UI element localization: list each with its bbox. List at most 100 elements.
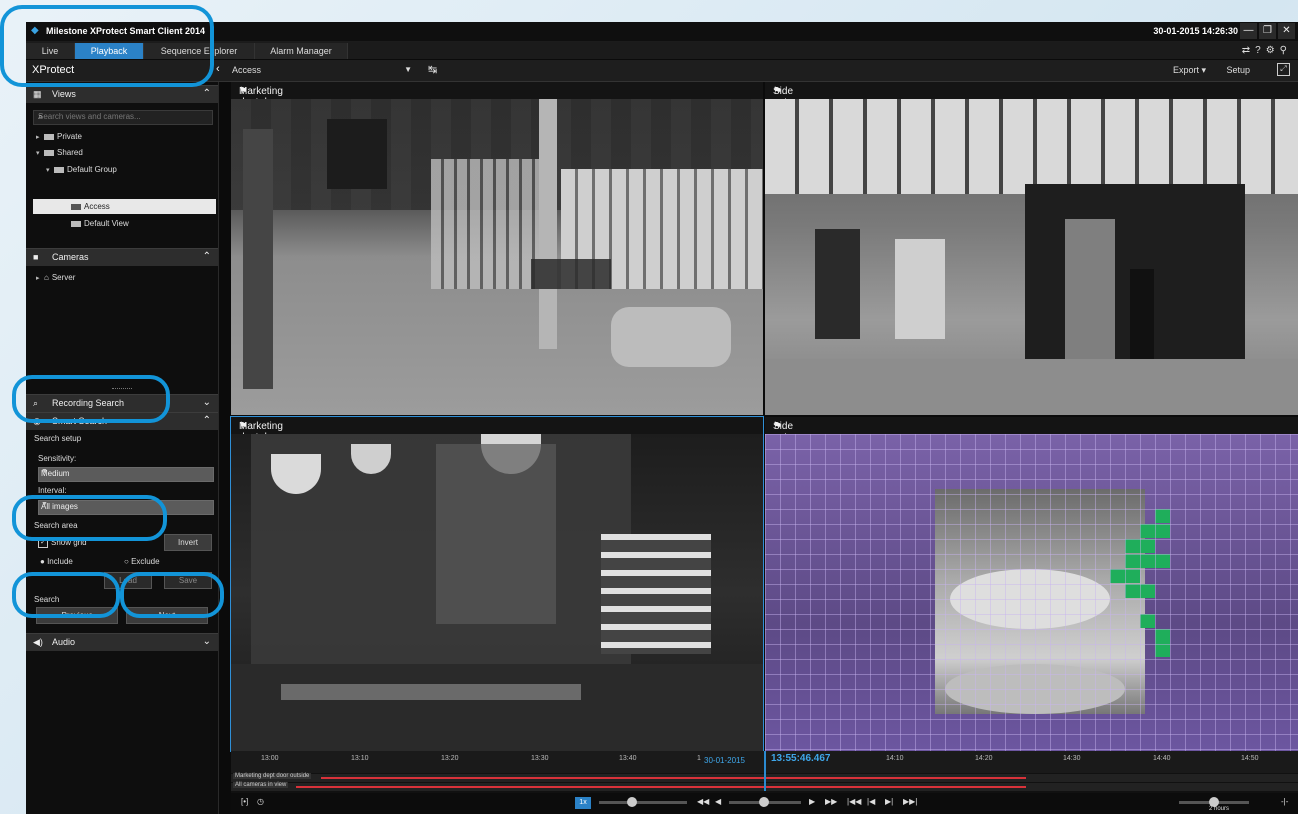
server-icon: ⌂	[44, 273, 49, 282]
camera-title-bar: ⚑ Side entrance inside - 30-01-2015 13:5…	[765, 82, 1298, 152]
previous-sequence-icon[interactable]: |◀◀	[847, 797, 861, 806]
restore-button[interactable]: ❐	[1259, 23, 1276, 39]
tree-item-access-selected[interactable]	[33, 199, 216, 214]
collapse-panel-icon[interactable]: ‹	[216, 63, 220, 75]
tick-label: 13:00	[261, 755, 279, 762]
tree-item-access[interactable]: Access	[71, 202, 110, 211]
tree-item-shared[interactable]: ▾ Shared	[36, 148, 83, 157]
timespan-slider[interactable]	[1179, 797, 1249, 807]
smart-search-grid-overlay[interactable]	[765, 434, 1298, 751]
tree-item-default-view[interactable]: Default View	[71, 219, 129, 228]
export-button[interactable]: Export ▾	[1173, 65, 1206, 76]
speed-indicator[interactable]: 1x	[575, 797, 591, 809]
jog-slider[interactable]	[729, 797, 801, 807]
exclude-radio[interactable]: ○ Exclude	[124, 557, 160, 566]
collapse-icon[interactable]: ▾	[36, 149, 44, 157]
tick-label: 14:10	[886, 755, 904, 762]
next-frame-icon[interactable]: ▶|	[885, 797, 893, 806]
sensitivity-select[interactable]: Medium ▼	[38, 467, 214, 482]
network-icon[interactable]: ⇄	[1242, 45, 1255, 56]
chevron-down-icon[interactable]: ⌄	[203, 636, 211, 647]
annotation-ring-show-grid	[12, 495, 167, 541]
include-radio[interactable]: ● Include	[40, 557, 73, 566]
tab-alarm-manager[interactable]: Alarm Manager	[255, 43, 348, 59]
camera-tile-side-inside[interactable]: ⚑ Side entrance inside - 30-01-2015 13:5…	[765, 82, 1298, 415]
tick-label: 14:20	[975, 755, 993, 762]
camera-title-bar: ⚑ Marketing dept door outside - 30-01-20…	[231, 417, 763, 487]
grid-icon: ▦	[33, 89, 42, 99]
tree-label: Shared	[57, 148, 83, 157]
tick-label: 14:50	[1241, 755, 1259, 762]
track-label: All cameras in view	[233, 782, 289, 788]
swap-views-icon[interactable]: ↹	[428, 63, 437, 76]
chevron-down-icon[interactable]: ⌄	[203, 397, 211, 408]
chevron-down-icon: ▼	[41, 468, 48, 475]
playhead[interactable]	[764, 751, 766, 791]
chevron-up-icon[interactable]: ⌃	[203, 251, 211, 262]
folder-icon	[44, 149, 54, 156]
playback-timeline[interactable]: 13:00 13:10 13:20 13:30 13:40 1 30-01-20…	[231, 751, 1298, 814]
camera-tile-marketing-inside[interactable]: ⚑ Marketing dept door inside - 30-01-201…	[231, 82, 763, 415]
track-label: Marketing dept door outside	[233, 773, 312, 779]
play-reverse-icon[interactable]: ◀	[715, 797, 721, 806]
clock-icon[interactable]: ◷	[257, 797, 264, 806]
views-panel-header[interactable]: ▦ Views ⌃	[26, 85, 218, 103]
title-bar: ◆ Milestone XProtect Smart Client 2014 3…	[26, 22, 1298, 42]
chevron-up-icon[interactable]: ⌃	[203, 415, 211, 426]
tree-item-server[interactable]: ▸ ⌂ Server	[36, 273, 75, 282]
camera-feed-image	[765, 434, 1298, 751]
annotation-ring-previous	[12, 572, 120, 618]
views-search-input[interactable]: Search views and cameras... ⌕	[33, 110, 213, 125]
annotation-ring-smart-search	[12, 375, 170, 423]
next-sequence-icon[interactable]: ▶▶|	[903, 797, 917, 806]
views-title: Views	[52, 89, 76, 99]
current-date: 30-01-2015	[704, 756, 745, 765]
minimize-button[interactable]: —	[1240, 23, 1257, 39]
smart-client-window: ◆ Milestone XProtect Smart Client 2014 3…	[26, 22, 1298, 814]
gear-icon[interactable]: ⚙	[1266, 45, 1280, 56]
record-mode-icon[interactable]: [•]	[241, 797, 248, 806]
tree-item-default-group[interactable]: ▾ Default Group	[46, 165, 117, 174]
tree-item-private[interactable]: ▸ Private	[36, 132, 82, 141]
current-time: 13:55:46.467	[771, 753, 831, 764]
fullscreen-icon[interactable]: ⤢	[1277, 63, 1290, 76]
tree-label: Server	[51, 273, 76, 282]
recording-bar	[296, 786, 1026, 788]
slider-knob[interactable]	[627, 797, 637, 807]
collapse-icon[interactable]: ▾	[46, 166, 54, 174]
chevron-up-icon[interactable]: ⌃	[203, 88, 211, 99]
search-icon[interactable]: ⌕	[38, 111, 208, 122]
tick-label: 13:40	[619, 755, 637, 762]
tick-label: 1	[697, 755, 701, 762]
help-icon[interactable]: ?	[1255, 45, 1266, 56]
sensitivity-label: Sensitivity:	[38, 454, 77, 463]
previous-frame-icon[interactable]: |◀	[867, 797, 875, 806]
recording-bar	[321, 777, 1026, 779]
timespan-label: 2 hours	[1209, 806, 1230, 812]
tree-label: Private	[57, 132, 82, 141]
cameras-title: Cameras	[52, 252, 89, 262]
camera-tile-side-outside[interactable]: ⚑ Side entrance outside - 30-01-2015 13:…	[765, 417, 1298, 751]
invert-button[interactable]: Invert	[164, 534, 212, 551]
expand-icon[interactable]: ▸	[36, 274, 44, 282]
expand-icon[interactable]: ▸	[36, 133, 44, 141]
speed-slider[interactable]	[599, 797, 687, 807]
view-icon	[71, 220, 81, 227]
tick-label: 13:20	[441, 755, 459, 762]
close-button[interactable]: ✕	[1278, 23, 1295, 39]
play-forward-icon[interactable]: ▶	[809, 797, 815, 806]
audio-panel-header[interactable]: ◀) Audio ⌄	[26, 633, 218, 651]
slider-knob[interactable]	[759, 797, 769, 807]
view-selector[interactable]: Access ▼	[232, 65, 412, 75]
setup-button[interactable]: Setup	[1226, 65, 1250, 75]
camera-tile-marketing-outside[interactable]: ⚑ Marketing dept door outside - 30-01-20…	[230, 416, 764, 752]
pin-icon[interactable]: ⚲	[1280, 45, 1292, 56]
cameras-panel-header[interactable]: ■ Cameras ⌃	[26, 248, 218, 266]
folder-icon	[44, 133, 54, 140]
expand-timeline-icon[interactable]: -|-	[1281, 797, 1288, 806]
tree-label: Access	[84, 202, 110, 211]
tick-label: 13:30	[531, 755, 549, 762]
step-back-icon[interactable]: ◀◀	[697, 797, 709, 806]
camera-title-bar: ⚑ Marketing dept door inside - 30-01-201…	[231, 82, 763, 152]
step-forward-icon[interactable]: ▶▶	[825, 797, 837, 806]
